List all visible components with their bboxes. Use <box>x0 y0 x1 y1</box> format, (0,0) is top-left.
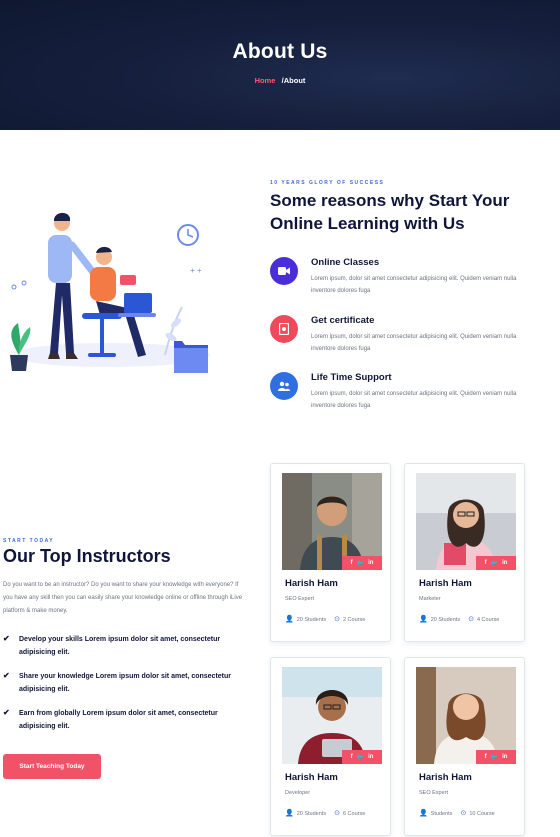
instructor-photo: f 🐦 in <box>416 667 516 764</box>
learning-illustration: + + <box>0 205 220 380</box>
feature-description: Lorem ipsum, dolor sit amet consectetur … <box>311 276 517 294</box>
instructor-role: SEO Expert <box>285 596 315 602</box>
instructor-card[interactable]: f 🐦 in Harish Ham Marketer 👤 20 Students … <box>404 463 525 642</box>
user-icon: 👤 <box>419 616 428 623</box>
instructor-name[interactable]: Harish Ham <box>419 578 472 589</box>
video-icon <box>270 257 298 285</box>
student-count: 20 Students <box>296 616 327 623</box>
benefit-text: Share your knowledge Lorem ipsum dolor s… <box>19 673 231 693</box>
play-circle-icon: ⊙ <box>468 616 474 623</box>
twitter-icon[interactable]: 🐦 <box>357 560 364 567</box>
users-icon <box>270 372 298 400</box>
social-links: f 🐦 in <box>342 556 382 570</box>
benefits-list: ✔ Develop your skills Lorem ipsum dolor … <box>3 634 243 745</box>
instructor-role: SEO Expert <box>419 790 449 796</box>
instructor-stats: 👤 20 Students ⊙ 6 Course <box>285 810 365 817</box>
instructor-name[interactable]: Harish Ham <box>285 578 338 589</box>
check-icon: ✔ <box>3 671 10 680</box>
twitter-icon[interactable]: 🐦 <box>491 560 498 567</box>
instructor-photo: f 🐦 in <box>416 473 516 570</box>
reasons-title: Some reasons why Start Your Online Learn… <box>270 191 510 233</box>
instructor-card[interactable]: f 🐦 in Harish Ham SEO Expert 👤 20 Student… <box>270 463 391 642</box>
instructors-eyebrow: START TODAY <box>3 538 55 544</box>
play-circle-icon: ⊙ <box>334 616 340 623</box>
feature-title: Life Time Support <box>311 372 392 383</box>
check-icon: ✔ <box>3 708 10 717</box>
instructor-card[interactable]: f 🐦 in Harish Ham SEO Expert 👤 Students ⊙… <box>404 657 525 836</box>
instructors-title: Our Top Instructors <box>3 546 171 566</box>
student-count: Students <box>430 810 453 817</box>
user-icon: 👤 <box>285 616 294 623</box>
breadcrumb: Home /About <box>0 76 560 85</box>
svg-text:+ +: + + <box>190 266 202 275</box>
instructor-name[interactable]: Harish Ham <box>285 772 338 783</box>
feature-title: Get certificate <box>311 315 375 326</box>
facebook-icon[interactable]: f <box>351 560 353 566</box>
check-icon: ✔ <box>3 634 10 643</box>
instructor-stats: 👤 Students ⊙ 10 Course <box>419 810 495 817</box>
course-count: 4 Course <box>476 616 500 623</box>
play-circle-icon: ⊙ <box>334 810 340 817</box>
list-item: ✔ Share your knowledge Lorem ipsum dolor… <box>3 671 243 696</box>
linkedin-icon[interactable]: in <box>502 560 507 566</box>
social-links: f 🐦 in <box>476 750 516 764</box>
instructor-stats: 👤 20 Students ⊙ 4 Course <box>419 616 499 623</box>
facebook-icon[interactable]: f <box>485 754 487 760</box>
instructor-role: Marketer <box>419 596 441 602</box>
user-icon: 👤 <box>419 810 428 817</box>
twitter-icon[interactable]: 🐦 <box>491 754 498 761</box>
course-count: 2 Course <box>342 616 366 623</box>
instructor-stats: 👤 20 Students ⊙ 2 Course <box>285 616 365 623</box>
breadcrumb-home-link[interactable]: Home <box>255 76 276 85</box>
page-hero: About Us Home /About <box>0 0 560 130</box>
linkedin-icon[interactable]: in <box>502 754 507 760</box>
course-count: 10 Course <box>469 810 495 817</box>
list-item: ✔ Develop your skills Lorem ipsum dolor … <box>3 634 243 659</box>
instructor-role: Developer <box>285 790 311 796</box>
play-circle-icon: ⊙ <box>460 810 467 817</box>
list-item: ✔ Earn from globally Lorem ipsum dolor s… <box>3 708 243 733</box>
social-links: f 🐦 in <box>476 556 516 570</box>
student-count: 20 Students <box>296 810 327 817</box>
certificate-icon <box>270 315 298 343</box>
twitter-icon[interactable]: 🐦 <box>357 754 364 761</box>
linkedin-icon[interactable]: in <box>368 754 373 760</box>
start-teaching-button[interactable]: Start Teaching Today <box>3 754 101 779</box>
feature-title: Online Classes <box>311 257 380 268</box>
student-count: 20 Students <box>430 616 461 623</box>
benefit-text: Earn from globally Lorem ipsum dolor sit… <box>19 710 218 730</box>
facebook-icon[interactable]: f <box>351 754 353 760</box>
instructor-card[interactable]: f 🐦 in Harish Ham Developer 👤 20 Students… <box>270 657 391 836</box>
course-count: 6 Course <box>342 810 366 817</box>
reasons-eyebrow: 10 YEARS GLORY OF SUCCESS <box>270 180 385 186</box>
feature-description: Lorem ipsum, dolor sit amet consectetur … <box>311 334 517 352</box>
breadcrumb-current: About <box>283 76 306 85</box>
benefit-text: Develop your skills Lorem ipsum dolor si… <box>19 636 221 656</box>
instructor-name[interactable]: Harish Ham <box>419 772 472 783</box>
instructors-description: Do you want to be an instructor? Do you … <box>3 582 243 614</box>
user-icon: 👤 <box>285 810 294 817</box>
instructor-photo: f 🐦 in <box>282 667 382 764</box>
page-title: About Us <box>232 40 328 63</box>
linkedin-icon[interactable]: in <box>368 560 373 566</box>
facebook-icon[interactable]: f <box>485 560 487 566</box>
feature-description: Lorem ipsum, dolor sit amet consectetur … <box>311 391 517 409</box>
social-links: f 🐦 in <box>342 750 382 764</box>
instructor-photo: f 🐦 in <box>282 473 382 570</box>
hero-overlay <box>0 0 560 130</box>
